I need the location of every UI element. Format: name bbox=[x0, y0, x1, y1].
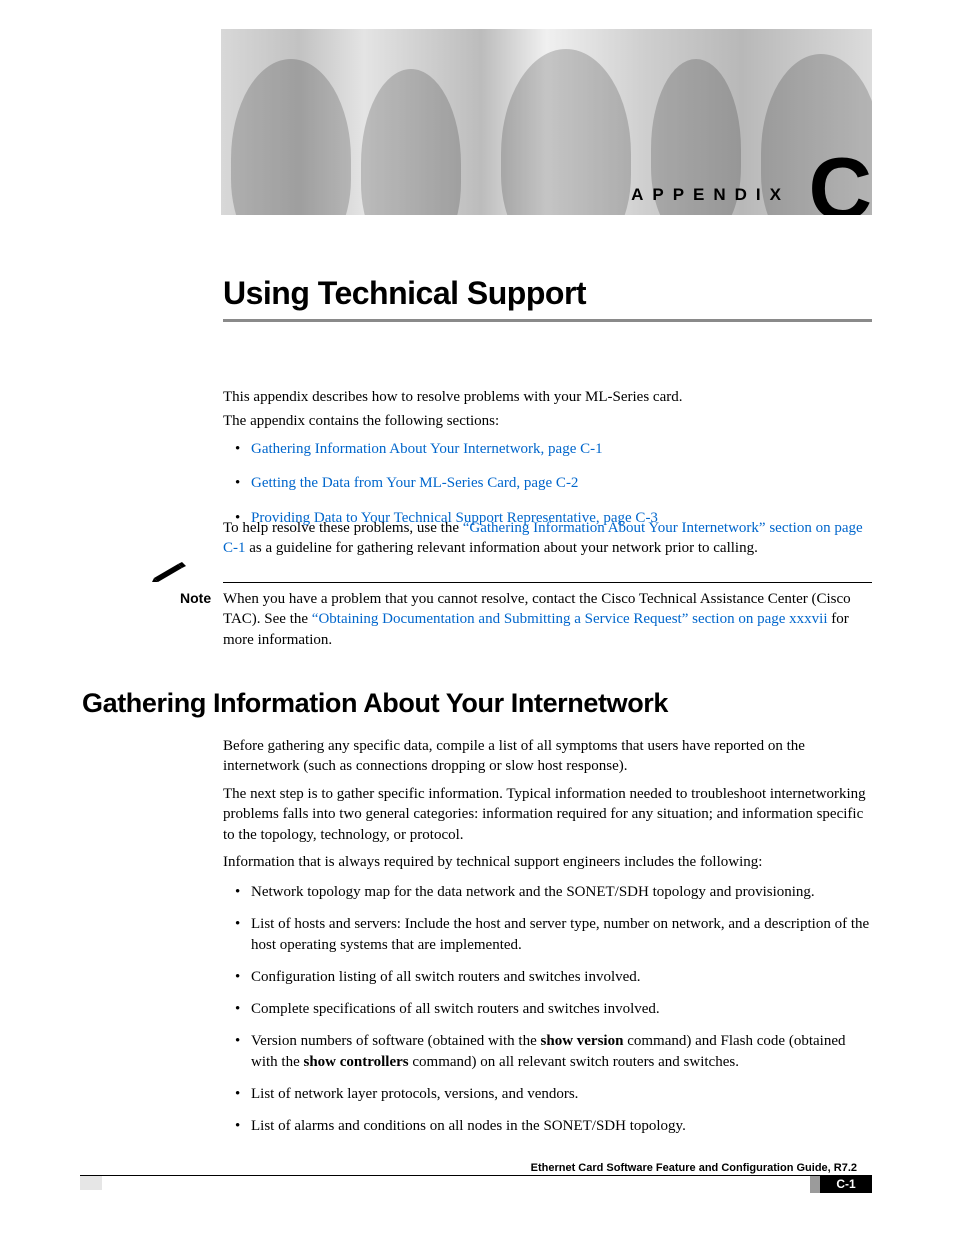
list-text: Network topology map for the data networ… bbox=[251, 884, 815, 900]
toc-item: Getting the Data from Your ML-Series Car… bbox=[223, 473, 872, 493]
list-item: List of hosts and servers: Include the h… bbox=[223, 914, 872, 955]
list-item: List of network layer protocols, version… bbox=[223, 1084, 872, 1104]
list-text: List of alarms and conditions on all nod… bbox=[251, 1118, 686, 1134]
note-rule bbox=[223, 582, 872, 583]
list-item: Configuration listing of all switch rout… bbox=[223, 967, 872, 987]
list-text-pre: Version numbers of software (obtained wi… bbox=[251, 1033, 541, 1049]
section-heading: Gathering Information About Your Interne… bbox=[82, 685, 668, 721]
page-number-badge: C-1 bbox=[820, 1176, 872, 1193]
appendix-label: APPENDIX bbox=[631, 184, 790, 207]
appendix-banner: APPENDIX C bbox=[221, 29, 872, 215]
document-page: APPENDIX C Using Technical Support This … bbox=[0, 0, 954, 1235]
list-item: Network topology map for the data networ… bbox=[223, 882, 872, 902]
list-text: Configuration listing of all switch rout… bbox=[251, 969, 641, 985]
list-item: Version numbers of software (obtained wi… bbox=[223, 1031, 872, 1072]
resolve-tail: as a guideline for gathering relevant in… bbox=[246, 540, 758, 556]
list-text: Complete specifications of all switch ro… bbox=[251, 1001, 660, 1017]
note-body: When you have a problem that you cannot … bbox=[223, 589, 872, 650]
chapter-title: Using Technical Support bbox=[223, 272, 586, 315]
pencil-icon bbox=[152, 560, 192, 582]
footer-rule bbox=[80, 1175, 872, 1176]
footer-mark-light bbox=[80, 1176, 102, 1190]
note-link[interactable]: “Obtaining Documentation and Submitting … bbox=[312, 611, 828, 627]
footer-book-title: Ethernet Card Software Feature and Confi… bbox=[531, 1161, 857, 1176]
section-paragraph-a: Before gathering any specific data, comp… bbox=[223, 736, 872, 777]
list-text: List of hosts and servers: Include the h… bbox=[251, 916, 869, 952]
resolve-paragraph: To help resolve these problems, use the … bbox=[223, 518, 872, 559]
footer-mark-gray bbox=[810, 1176, 820, 1193]
intro-paragraph-1: This appendix describes how to resolve p… bbox=[223, 387, 872, 407]
list-item: Complete specifications of all switch ro… bbox=[223, 999, 872, 1019]
cmd-show-controllers: show controllers bbox=[304, 1054, 409, 1070]
note-label: Note bbox=[180, 589, 211, 608]
resolve-lead: To help resolve these problems, use the bbox=[223, 520, 463, 536]
cmd-show-version: show version bbox=[541, 1033, 624, 1049]
section-paragraph-b: The next step is to gather specific info… bbox=[223, 784, 872, 845]
toc-link[interactable]: Gathering Information About Your Interne… bbox=[251, 441, 603, 457]
list-text-post: command) on all relevant switch routers … bbox=[409, 1054, 739, 1070]
section-paragraph-c: Information that is always required by t… bbox=[223, 852, 872, 872]
info-list: Network topology map for the data networ… bbox=[223, 877, 872, 1148]
title-rule bbox=[223, 319, 872, 322]
toc-item: Gathering Information About Your Interne… bbox=[223, 439, 872, 459]
appendix-letter: C bbox=[808, 145, 872, 215]
list-text: List of network layer protocols, version… bbox=[251, 1086, 578, 1102]
intro-paragraph-2: The appendix contains the following sect… bbox=[223, 411, 872, 431]
toc-link[interactable]: Getting the Data from Your ML-Series Car… bbox=[251, 475, 578, 491]
list-item: List of alarms and conditions on all nod… bbox=[223, 1116, 872, 1136]
